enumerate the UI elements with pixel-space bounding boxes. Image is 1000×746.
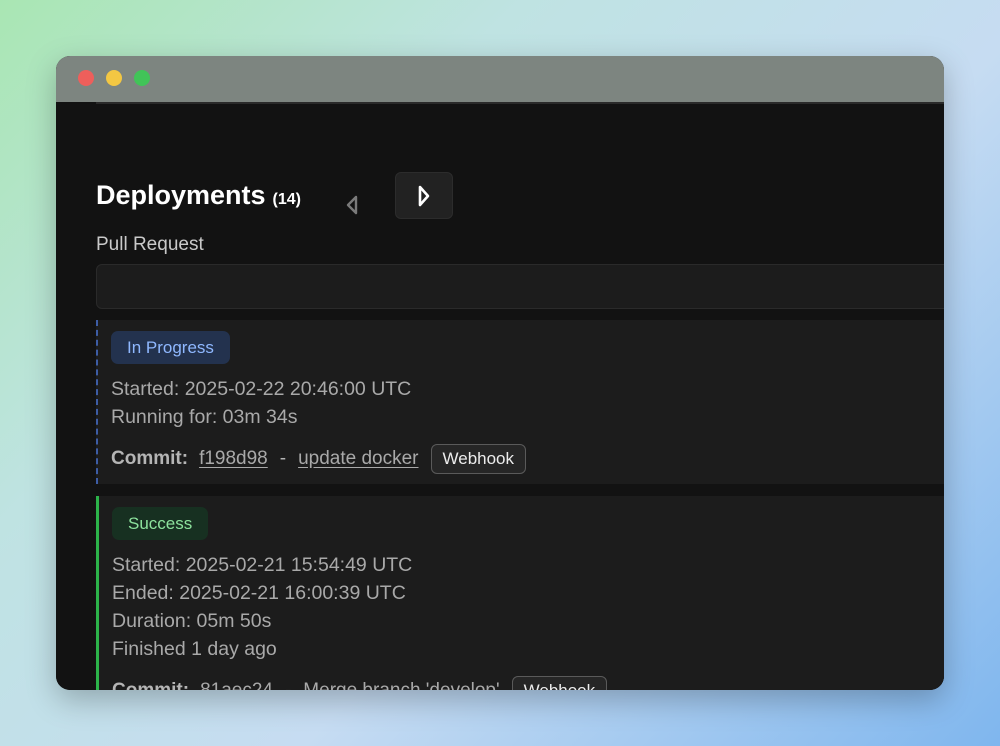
started-time: Started: 2025-02-22 20:46:00 UTC — [111, 378, 412, 400]
running-duration: Running for: 03m 34s — [111, 406, 298, 428]
commit-message-link[interactable]: update docker — [298, 448, 418, 470]
trigger-tag: Webhook — [511, 676, 608, 690]
commit-separator: - — [279, 448, 287, 469]
page-header: Deployments (14) — [96, 180, 301, 211]
main-content: Deployments (14) Pull Request In Progres… — [56, 102, 944, 690]
deployment-count: (14) — [272, 191, 301, 208]
app-window: Deployments (14) Pull Request In Progres… — [56, 56, 944, 690]
commit-separator: - — [285, 680, 291, 690]
started-time: Started: 2025-02-21 15:54:49 UTC — [112, 554, 413, 576]
status-badge: In Progress — [111, 331, 230, 364]
triangle-left-icon — [346, 195, 358, 215]
close-window-button[interactable] — [78, 70, 94, 86]
divider — [96, 102, 944, 104]
minimize-window-button[interactable] — [106, 70, 122, 86]
page-title: Deployments — [96, 180, 266, 210]
deployment-card: Success Started: 2025-02-21 15:54:49 UTC… — [96, 496, 944, 690]
commit-hash-link[interactable]: f198d98 — [199, 448, 268, 470]
commit-row: Commit: 81aec24 - Merge branch 'develop'… — [112, 676, 608, 690]
commit-hash-link[interactable]: 81aec24 — [200, 680, 273, 690]
previous-page-button[interactable] — [338, 189, 366, 221]
maximize-window-button[interactable] — [134, 70, 150, 86]
finished-relative-time: Finished 1 day ago — [112, 638, 277, 660]
status-badge: Success — [112, 507, 209, 540]
triangle-right-icon — [418, 185, 430, 206]
ended-time: Ended: 2025-02-21 16:00:39 UTC — [112, 582, 406, 604]
trigger-tag: Webhook — [430, 444, 527, 474]
title-bar — [56, 56, 944, 102]
commit-label: Commit: — [111, 448, 189, 469]
deployment-card: In Progress Started: 2025-02-22 20:46:00… — [96, 320, 944, 484]
pull-request-filter-input[interactable] — [96, 264, 944, 309]
commit-message-link[interactable]: Merge branch 'develop' — [303, 680, 499, 690]
pull-request-filter-label: Pull Request — [96, 234, 204, 255]
duration: Duration: 05m 50s — [112, 610, 272, 632]
commit-row: Commit: f198d98 - update docker Webhook — [111, 444, 527, 474]
commit-label: Commit: — [112, 680, 189, 690]
next-page-button[interactable] — [395, 172, 453, 219]
